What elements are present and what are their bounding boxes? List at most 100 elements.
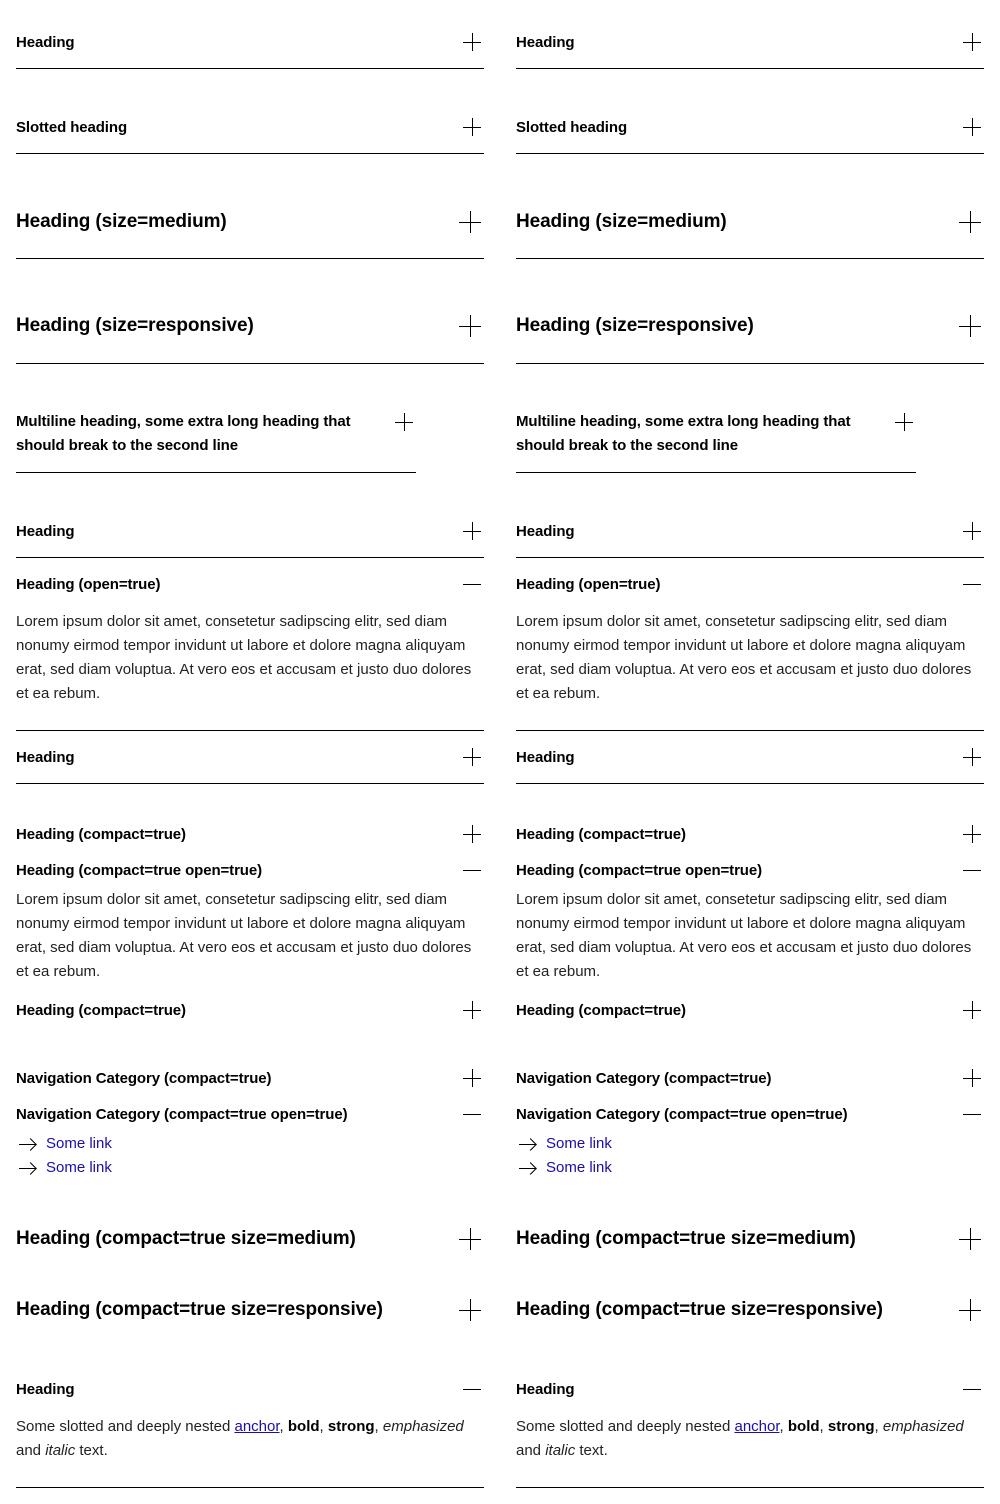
- accordion-header[interactable]: Heading: [16, 1377, 484, 1401]
- plus-icon[interactable]: [395, 413, 413, 431]
- accordion-header[interactable]: Slotted heading: [16, 115, 484, 139]
- some-link[interactable]: Some link: [546, 1132, 612, 1156]
- plus-icon[interactable]: [959, 1228, 981, 1250]
- accordion-header[interactable]: Heading (compact=true): [16, 998, 484, 1022]
- some-link[interactable]: Some link: [546, 1156, 612, 1180]
- accordion-header[interactable]: Heading: [516, 519, 984, 543]
- accordion-compact[interactable]: Heading (compact=true): [516, 998, 984, 1022]
- accordion-header[interactable]: Multiline heading, some extra long headi…: [16, 410, 416, 458]
- plus-icon[interactable]: [459, 315, 481, 337]
- accordion-header[interactable]: Heading (compact=true size=responsive): [516, 1296, 984, 1324]
- plus-icon[interactable]: [963, 522, 981, 540]
- accordion-compact-responsive[interactable]: Heading (compact=true size=responsive): [516, 1296, 984, 1324]
- accordion-header[interactable]: Heading (size=medium): [16, 208, 484, 236]
- accordion-header[interactable]: Heading: [516, 30, 984, 54]
- accordion-responsive[interactable]: Heading (size=responsive): [16, 259, 484, 364]
- accordion-compact-medium[interactable]: Heading (compact=true size=medium): [16, 1225, 484, 1253]
- plus-icon[interactable]: [463, 118, 481, 136]
- accordion-header[interactable]: Heading: [16, 519, 484, 543]
- plus-icon[interactable]: [459, 1228, 481, 1250]
- plus-icon[interactable]: [459, 1299, 481, 1321]
- accordion-header[interactable]: Heading (compact=true size=responsive): [16, 1296, 484, 1324]
- anchor-link[interactable]: anchor: [234, 1418, 279, 1435]
- minus-icon[interactable]: [463, 575, 481, 593]
- accordion-medium[interactable]: Heading (size=medium): [16, 154, 484, 259]
- accordion-header[interactable]: Heading (compact=true): [516, 822, 984, 846]
- accordion-navigation-category[interactable]: Navigation Category (compact=true): [16, 1066, 484, 1090]
- some-link[interactable]: Some link: [46, 1156, 112, 1180]
- accordion-header[interactable]: Heading (size=responsive): [16, 312, 484, 340]
- minus-icon[interactable]: [963, 1105, 981, 1123]
- plus-icon[interactable]: [963, 1001, 981, 1019]
- plus-icon[interactable]: [963, 33, 981, 51]
- accordion-multiline[interactable]: Multiline heading, some extra long headi…: [516, 364, 916, 473]
- accordion-rich-content[interactable]: Heading Some slotted and deeply nested a…: [16, 1365, 484, 1488]
- accordion-header[interactable]: Heading: [16, 30, 484, 54]
- plus-icon[interactable]: [963, 118, 981, 136]
- accordion-compact-medium[interactable]: Heading (compact=true size=medium): [516, 1225, 984, 1253]
- accordion-rich-content[interactable]: Heading Some slotted and deeply nested a…: [516, 1365, 984, 1488]
- accordion-header[interactable]: Heading (compact=true open=true): [516, 858, 984, 882]
- some-link[interactable]: Some link: [46, 1132, 112, 1156]
- plus-icon[interactable]: [959, 211, 981, 233]
- accordion-header[interactable]: Navigation Category (compact=true): [516, 1066, 984, 1090]
- accordion-header[interactable]: Heading (compact=true): [16, 822, 484, 846]
- nav-link[interactable]: Some link: [16, 1156, 112, 1180]
- accordion-header[interactable]: Heading (compact=true): [516, 998, 984, 1022]
- accordion-header[interactable]: Slotted heading: [516, 115, 984, 139]
- nav-link[interactable]: Some link: [16, 1132, 112, 1156]
- accordion-open[interactable]: Heading (open=true) Lorem ipsum dolor si…: [516, 558, 984, 731]
- accordion-compact-open[interactable]: Heading (compact=true open=true) Lorem i…: [516, 858, 984, 988]
- accordion-navigation-category-open[interactable]: Navigation Category (compact=true open=t…: [16, 1102, 484, 1182]
- plus-icon[interactable]: [895, 413, 913, 431]
- accordion-header[interactable]: Heading: [516, 745, 984, 769]
- plus-icon[interactable]: [463, 33, 481, 51]
- accordion-slotted-heading[interactable]: Slotted heading: [516, 69, 984, 154]
- accordion-compact[interactable]: Heading (compact=true): [516, 822, 984, 846]
- accordion-heading[interactable]: Heading: [516, 473, 984, 558]
- accordion-heading[interactable]: Heading: [16, 0, 484, 69]
- accordion-header[interactable]: Navigation Category (compact=true open=t…: [516, 1102, 984, 1126]
- accordion-header[interactable]: Heading (size=responsive): [516, 312, 984, 340]
- accordion-header[interactable]: Heading (compact=true size=medium): [516, 1225, 984, 1253]
- plus-icon[interactable]: [963, 748, 981, 766]
- accordion-header[interactable]: Heading: [516, 1377, 984, 1401]
- plus-icon[interactable]: [963, 1069, 981, 1087]
- accordion-header[interactable]: Heading (open=true): [16, 572, 484, 596]
- plus-icon[interactable]: [959, 1299, 981, 1321]
- minus-icon[interactable]: [963, 861, 981, 879]
- accordion-compact-open[interactable]: Heading (compact=true open=true) Lorem i…: [16, 858, 484, 988]
- accordion-responsive[interactable]: Heading (size=responsive): [516, 259, 984, 364]
- accordion-heading[interactable]: Heading: [16, 731, 484, 784]
- plus-icon[interactable]: [463, 522, 481, 540]
- accordion-header[interactable]: Heading (size=medium): [516, 208, 984, 236]
- accordion-heading[interactable]: Heading: [516, 731, 984, 784]
- nav-link[interactable]: Some link: [516, 1156, 612, 1180]
- accordion-header[interactable]: Heading (open=true): [516, 572, 984, 596]
- plus-icon[interactable]: [463, 1069, 481, 1087]
- minus-icon[interactable]: [963, 1380, 981, 1398]
- minus-icon[interactable]: [963, 575, 981, 593]
- accordion-header[interactable]: Navigation Category (compact=true): [16, 1066, 484, 1090]
- plus-icon[interactable]: [959, 315, 981, 337]
- accordion-header[interactable]: Heading (compact=true open=true): [16, 858, 484, 882]
- accordion-open[interactable]: Heading (open=true) Lorem ipsum dolor si…: [16, 558, 484, 731]
- accordion-medium[interactable]: Heading (size=medium): [516, 154, 984, 259]
- accordion-navigation-category[interactable]: Navigation Category (compact=true): [516, 1066, 984, 1090]
- accordion-compact-responsive[interactable]: Heading (compact=true size=responsive): [16, 1296, 484, 1324]
- accordion-navigation-category-open[interactable]: Navigation Category (compact=true open=t…: [516, 1102, 984, 1182]
- accordion-header[interactable]: Heading (compact=true size=medium): [16, 1225, 484, 1253]
- accordion-slotted-heading[interactable]: Slotted heading: [16, 69, 484, 154]
- nav-link[interactable]: Some link: [516, 1132, 612, 1156]
- accordion-heading[interactable]: Heading: [16, 473, 484, 558]
- plus-icon[interactable]: [463, 748, 481, 766]
- accordion-header[interactable]: Navigation Category (compact=true open=t…: [16, 1102, 484, 1126]
- minus-icon[interactable]: [463, 1105, 481, 1123]
- plus-icon[interactable]: [963, 825, 981, 843]
- accordion-header[interactable]: Multiline heading, some extra long headi…: [516, 410, 916, 458]
- accordion-multiline[interactable]: Multiline heading, some extra long headi…: [16, 364, 416, 473]
- accordion-header[interactable]: Heading: [16, 745, 484, 769]
- plus-icon[interactable]: [463, 825, 481, 843]
- minus-icon[interactable]: [463, 1380, 481, 1398]
- accordion-compact[interactable]: Heading (compact=true): [16, 998, 484, 1022]
